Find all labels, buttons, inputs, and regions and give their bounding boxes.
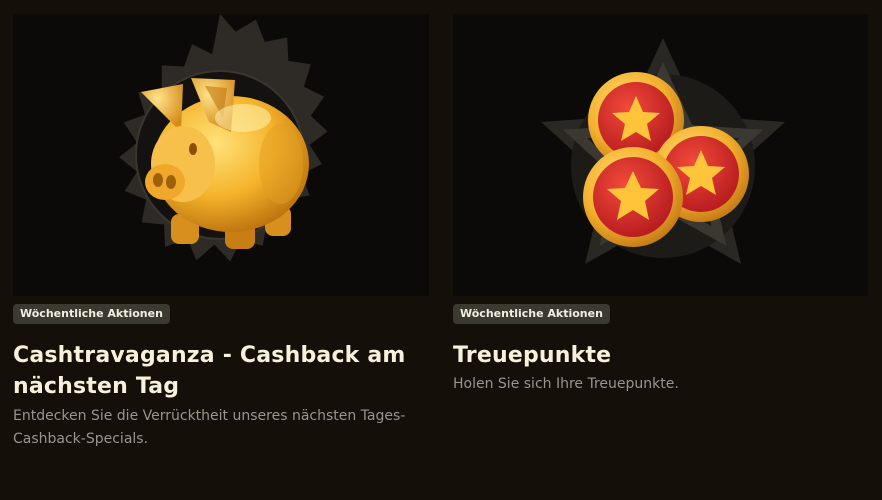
piggy-bank-icon [119, 14, 328, 262]
promotion-description: Holen Sie sich Ihre Treuepunkte. [453, 376, 679, 392]
promotion-card-cashtravaganza[interactable]: Wöchentliche Aktionen Cashtravaganza - C… [13, 14, 429, 451]
category-badge: Wöchentliche Aktionen [453, 304, 610, 324]
promotion-image-cashtravaganza[interactable] [13, 14, 429, 296]
promotion-description: Entdecken Sie die Verrücktheit unseres n… [13, 408, 406, 447]
promotion-card-treuepunkte[interactable]: Wöchentliche Aktionen Treuepunkte Holen … [453, 14, 868, 396]
category-badge: Wöchentliche Aktionen [13, 304, 170, 324]
promotion-title[interactable]: Treuepunkte [453, 340, 868, 371]
coins-star-icon [541, 38, 785, 264]
promotion-image-treuepunkte[interactable] [453, 14, 868, 296]
promotion-title[interactable]: Cashtravaganza - Cashback am nächsten Ta… [13, 340, 429, 402]
